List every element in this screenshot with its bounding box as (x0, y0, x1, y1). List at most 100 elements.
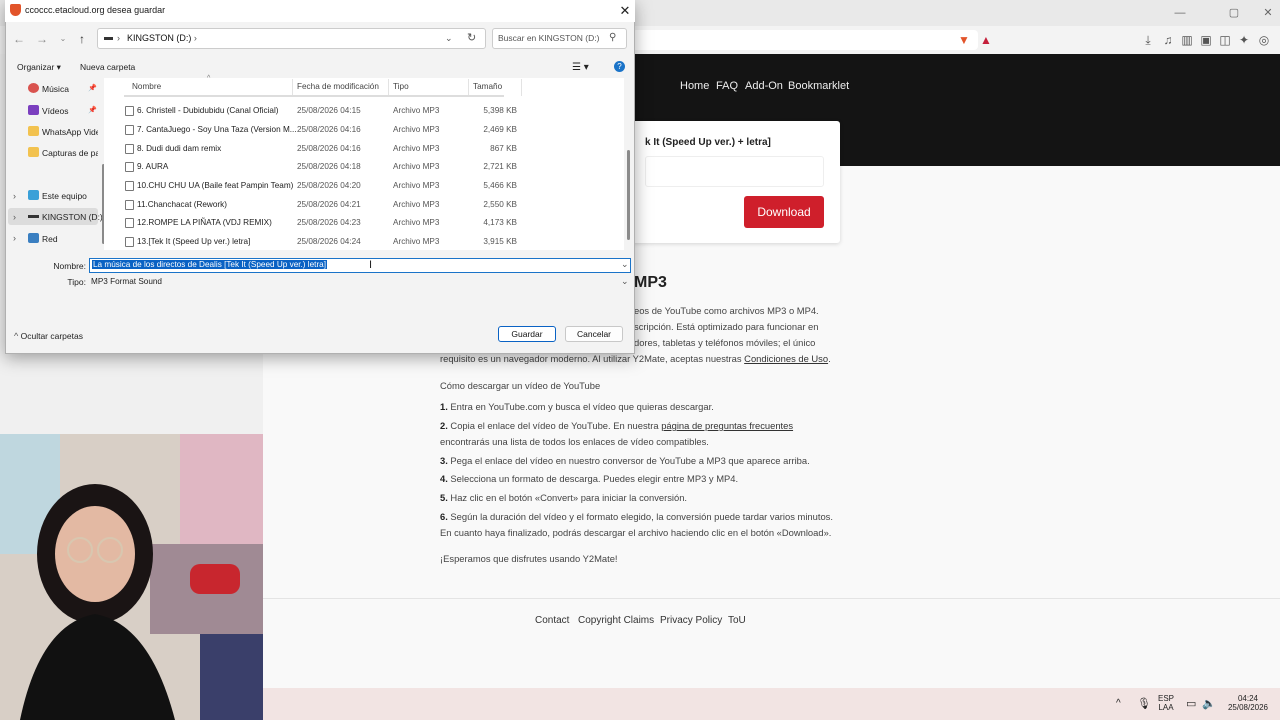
new-folder-button[interactable]: Nueva carpeta (80, 62, 135, 72)
file-row[interactable]: 11.Chanchacat (Rework) 25/08/2026 04:21 Ar… (124, 196, 624, 214)
folder-icon (28, 147, 39, 157)
organize-button[interactable]: Organizar ▾ (17, 62, 61, 73)
wallet-icon[interactable]: ▣ (1198, 32, 1214, 48)
file-row[interactable]: 8. Dudi dudi dam remix 25/08/2026 04:16 Ar… (124, 140, 624, 158)
sidebar-icon[interactable]: ▥ (1179, 32, 1195, 48)
volume-icon[interactable]: 🔈 (1202, 697, 1216, 710)
filename-dropdown-icon[interactable]: ⌄ (621, 259, 629, 270)
expand-chevron-icon[interactable]: › (13, 233, 16, 243)
file-row[interactable]: 6. Christell - Dubidubidu (Canal Oficial… (124, 102, 624, 120)
breadcrumb[interactable]: KINGSTON (D:) › (127, 33, 197, 43)
pin-icon: 📌 (88, 85, 97, 92)
microphone-icon[interactable]: 🎙 (1137, 697, 1151, 710)
minimize-button[interactable]: — (1168, 4, 1192, 22)
view-options-icon[interactable]: ☰ ▾ (572, 62, 589, 73)
file-row[interactable]: 10.CHU CHU UA (Baile feat Pampin Team) 25… (124, 177, 624, 195)
url-bar[interactable] (632, 30, 978, 50)
nav-item-kingston[interactable]: KINGSTON (D:) (42, 212, 103, 222)
brave-shield-icon[interactable]: ▼ (956, 32, 972, 48)
step-number: 3. (440, 455, 448, 466)
file-row[interactable]: 7. CantaJuego - Soy Una Taza (Version M.… (124, 121, 624, 139)
tray-chevron-icon[interactable]: ^ (1116, 698, 1121, 709)
forward-arrow-icon[interactable]: → (35, 31, 49, 47)
nav-bookmarklet[interactable]: Bookmarklet (788, 80, 849, 92)
network-icon[interactable]: ▭ (1186, 697, 1196, 710)
howto-title: Cómo descargar un vídeo de YouTube (440, 380, 601, 391)
column-date[interactable]: Fecha de modificación (297, 82, 379, 91)
pin-icon: 📌 (88, 107, 97, 114)
nav-item-music[interactable]: Música (42, 84, 69, 94)
closing-text: ¡Esperamos que disfrutes usando Y2Mate! (440, 553, 618, 564)
clock[interactable]: 04:24 25/08/2026 (1222, 694, 1274, 712)
step-number: 5. (440, 492, 448, 503)
file-size: 5,398 KB (483, 106, 517, 115)
column-type[interactable]: Tipo (393, 82, 409, 91)
sort-up-icon: ^ (207, 75, 211, 82)
search-icon[interactable]: ⚲ (609, 32, 616, 43)
column-size[interactable]: Tamaño (473, 82, 502, 91)
hide-folders-button[interactable]: ^ Ocultar carpetas (14, 331, 83, 341)
breadcrumb-drive[interactable]: KINGSTON (D:) (127, 33, 191, 43)
footer-tou[interactable]: ToU (728, 615, 746, 626)
library-icon[interactable]: ♫ (1160, 32, 1176, 48)
address-dropdown-icon[interactable]: ⌄ (445, 33, 453, 44)
ai-icon[interactable]: ✦ (1236, 32, 1252, 48)
nav-addon[interactable]: Add-On (745, 80, 783, 92)
file-row[interactable]: 9. AURA 25/08/2026 04:18 Archivo MP3 2,721 … (124, 158, 624, 176)
video-title: k It (Speed Up ver.) + letra] (645, 137, 771, 148)
recent-chevron-icon[interactable]: ⌄ (56, 31, 70, 47)
column-name[interactable]: Nombre (132, 82, 161, 91)
back-arrow-icon[interactable]: ← (12, 31, 26, 47)
footer-privacy[interactable]: Privacy Policy (660, 615, 722, 626)
nav-home[interactable]: Home (680, 80, 709, 92)
close-browser-button[interactable]: ✕ (1256, 4, 1280, 22)
filetype-dropdown-icon[interactable]: ⌄ (621, 276, 629, 287)
nav-item-network[interactable]: Red (42, 234, 58, 244)
faq-link[interactable]: página de preguntas frecuentes (661, 420, 793, 431)
mp3-file-icon (125, 125, 134, 135)
nav-item-screenshots[interactable]: Capturas de par (42, 148, 98, 158)
mp3-file-icon (125, 144, 134, 154)
nav-item-videos[interactable]: Vídeos (42, 106, 68, 116)
nav-faq[interactable]: FAQ (716, 80, 738, 92)
format-select[interactable] (645, 156, 824, 187)
file-date: 25/08/2026 04:16 (297, 144, 361, 153)
step-number: 4. (440, 473, 448, 484)
save-button[interactable]: Guardar (498, 326, 556, 342)
refresh-icon[interactable]: ↻ (467, 31, 476, 44)
file-name: 6. Christell - Dubidubidu (Canal Oficial… (137, 106, 279, 115)
file-name: 9. AURA (137, 162, 169, 171)
dialog-close-button[interactable]: ✕ (617, 3, 633, 19)
dialog-title: ccoccc.etacloud.org desea guardar (25, 5, 166, 15)
footer-copyright[interactable]: Copyright Claims (578, 615, 654, 626)
nav-item-this-pc[interactable]: Este equipo (42, 191, 87, 201)
file-list-scrollbar[interactable] (627, 150, 630, 240)
step-6-cont: En cuanto haya finalizado, podrás descar… (440, 527, 832, 538)
file-row[interactable]: 12.ROMPE LA PIÑATA (VDJ REMIX) 25/08/2026… (124, 214, 624, 232)
footer-contact[interactable]: Contact (535, 615, 569, 626)
nav-item-whatsapp[interactable]: WhatsApp Vide (42, 127, 98, 137)
expand-chevron-icon[interactable]: › (13, 191, 16, 201)
up-arrow-icon[interactable]: ↑ (75, 31, 89, 47)
file-size: 3,915 KB (483, 237, 517, 246)
file-row[interactable]: 13.[Tek It (Speed Up ver.) letra] 25/08/2… (124, 233, 624, 251)
cancel-button[interactable]: Cancelar (565, 326, 623, 342)
filename-value[interactable]: La música de los directos de Dealis [Tek… (92, 260, 327, 269)
network-folder-icon (28, 233, 39, 243)
maximize-button[interactable]: ▢ (1222, 4, 1246, 22)
extension-icon[interactable]: ◫ (1217, 32, 1233, 48)
download-button[interactable]: Download (744, 196, 824, 228)
requirement-text: requisito es un navegador moderno. Al ut… (440, 353, 745, 364)
filetype-select[interactable] (89, 275, 631, 289)
language-indicator[interactable]: ESP LAA (1158, 694, 1174, 712)
search-placeholder: Buscar en KINGSTON (D:) (498, 33, 600, 43)
terms-link[interactable]: Condiciones de Uso (744, 353, 828, 364)
file-name: 8. Dudi dudi dam remix (137, 144, 222, 153)
step-text: Haz clic en el botón «Convert» para inic… (447, 492, 688, 503)
expand-chevron-icon[interactable]: › (13, 212, 16, 222)
vpn-icon[interactable]: ◎ (1256, 32, 1272, 48)
drive-icon (104, 37, 113, 40)
download-icon[interactable]: ⤓ (1140, 32, 1156, 48)
rewards-icon[interactable]: ▲ (978, 32, 994, 48)
help-icon[interactable]: ? (614, 61, 625, 72)
